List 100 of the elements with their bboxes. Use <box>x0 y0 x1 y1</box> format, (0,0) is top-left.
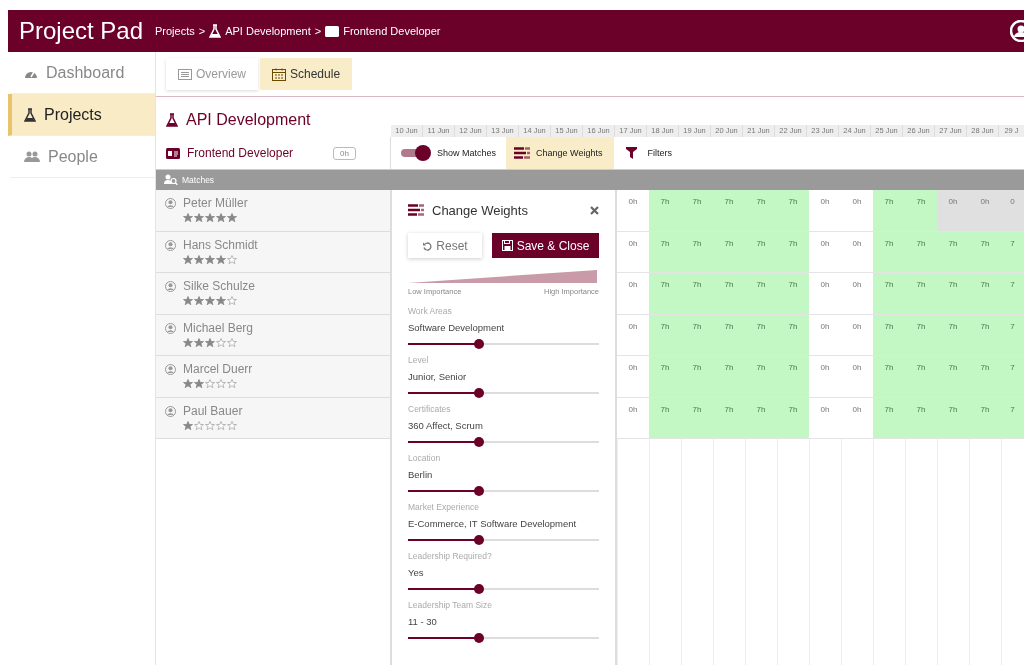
day-cell: 7h <box>745 273 777 314</box>
breadcrumb-link[interactable]: Frontend Developer <box>343 25 441 37</box>
slider-thumb[interactable] <box>473 388 484 398</box>
day-cell: 7h <box>969 273 1001 314</box>
day-cell: 7h <box>713 273 745 314</box>
day-cell: 7h <box>905 314 937 355</box>
slider-thumb[interactable] <box>473 633 484 643</box>
criterion-value: Software Development <box>408 322 506 333</box>
slider-thumb[interactable] <box>473 339 484 349</box>
flask-icon <box>24 107 36 122</box>
panel-title: Change Weights <box>432 202 528 218</box>
toggle-switch[interactable] <box>399 145 431 161</box>
person-name: Silke Schulze <box>183 279 256 293</box>
sidebar-item[interactable]: Projects <box>8 94 155 136</box>
day-cell: 7h <box>649 231 681 272</box>
filters-button[interactable]: Filters <box>614 137 684 169</box>
star-icon <box>227 379 237 389</box>
person-name: Paul Bauer <box>183 403 243 418</box>
person-icon <box>165 405 176 417</box>
reset-button[interactable]: Reset <box>408 233 482 258</box>
star-icon <box>205 337 215 348</box>
slider-thumb[interactable] <box>473 486 484 496</box>
day-cell: 7h <box>937 231 969 272</box>
criterion-label: Work Areas <box>408 306 453 316</box>
person-row[interactable]: Peter Müller <box>156 190 390 232</box>
criterion-label: Certificates <box>408 404 452 414</box>
role-title: Frontend Developer <box>187 146 294 160</box>
criterion-value: 360 Affect, Scrum <box>408 420 484 431</box>
criterion-value: E-Commerce, IT Software Development <box>408 518 578 529</box>
day-cell: 7h <box>905 273 937 314</box>
star-icon <box>216 296 226 306</box>
matches-label: Matches <box>182 175 215 185</box>
day-cell: 7h <box>777 314 809 355</box>
view-tab[interactable]: Schedule <box>260 58 353 90</box>
day-cell: 7h <box>745 314 777 355</box>
star-icon <box>227 254 237 265</box>
day-cell: 7h <box>681 273 713 314</box>
star-icon <box>194 213 204 223</box>
flask-icon <box>166 113 178 127</box>
slider-thumb[interactable] <box>473 535 484 545</box>
day-cell: 7h <box>649 356 681 397</box>
show-matches-toggle[interactable]: Show Matches <box>391 137 507 169</box>
person-icon <box>165 281 176 292</box>
star-icon <box>227 213 237 223</box>
slider-thumb[interactable] <box>473 584 484 594</box>
day-cell: 7h <box>905 231 937 272</box>
person-row[interactable]: Paul Bauer <box>156 397 390 439</box>
day-cell: 7h <box>969 314 1001 355</box>
weights-icon <box>514 147 531 159</box>
person-row[interactable]: Marcel Duerr <box>156 356 390 398</box>
day-cell: 7h <box>777 273 809 314</box>
day-cell: 7h <box>713 356 745 397</box>
day-cell: 7h <box>713 314 745 355</box>
day-cell: 7 <box>1001 356 1024 397</box>
person-row[interactable]: Michael Berg <box>156 314 390 356</box>
day-cell: 7h <box>873 314 905 355</box>
day-cell: 7h <box>681 356 713 397</box>
day-cell: 7 <box>1001 314 1024 355</box>
star-icon <box>205 213 215 223</box>
people-search-icon <box>164 174 178 186</box>
day-cell: 7h <box>649 190 681 231</box>
breadcrumb-link[interactable]: Projects <box>155 25 195 37</box>
day-cell: 7h <box>681 397 713 438</box>
change-weights-button[interactable]: Change Weights <box>506 137 615 169</box>
id-card-icon <box>166 147 180 159</box>
day-cell: 7h <box>937 397 969 438</box>
save-close-button[interactable]: Save & Close <box>492 233 599 258</box>
star-icon <box>205 254 215 265</box>
day-cell: 7h <box>905 397 937 438</box>
day-cell: 7h <box>873 356 905 397</box>
person-icon <box>165 239 176 251</box>
star-icon <box>205 420 215 431</box>
person-row[interactable]: Silke Schulze <box>156 273 390 315</box>
view-tab[interactable]: Overview <box>166 58 258 90</box>
criterion-label: Leadership Required? <box>408 551 493 561</box>
user-avatar-icon[interactable] <box>1010 20 1024 42</box>
day-cell: 7h <box>713 231 745 272</box>
id-card-icon <box>325 25 340 37</box>
sidebar-item-label: People <box>48 147 98 166</box>
criterion-label: Market Experience <box>408 502 480 512</box>
day-cell: 0 <box>1001 190 1024 231</box>
person-row[interactable]: Hans Schmidt <box>156 231 390 273</box>
criterion-label: Location <box>408 453 442 463</box>
person-icon <box>165 322 176 334</box>
close-icon[interactable] <box>590 206 599 215</box>
undo-icon <box>422 240 433 251</box>
criterion-label: Leadership Team Size <box>408 600 493 610</box>
filter-icon <box>626 147 638 159</box>
day-cell: 7 <box>1001 231 1024 272</box>
day-cell: 7h <box>937 273 969 314</box>
day-cell: 7h <box>777 231 809 272</box>
day-cell: 7h <box>681 314 713 355</box>
breadcrumb-link[interactable]: API Development <box>225 25 311 37</box>
slider-thumb[interactable] <box>473 437 484 447</box>
people-icon <box>24 150 40 163</box>
day-cell: 7h <box>681 231 713 272</box>
day-cell: 7h <box>905 356 937 397</box>
criterion-label: Level <box>408 355 430 365</box>
day-cell: 7h <box>713 190 745 231</box>
sidebar-item[interactable]: People <box>8 136 155 178</box>
